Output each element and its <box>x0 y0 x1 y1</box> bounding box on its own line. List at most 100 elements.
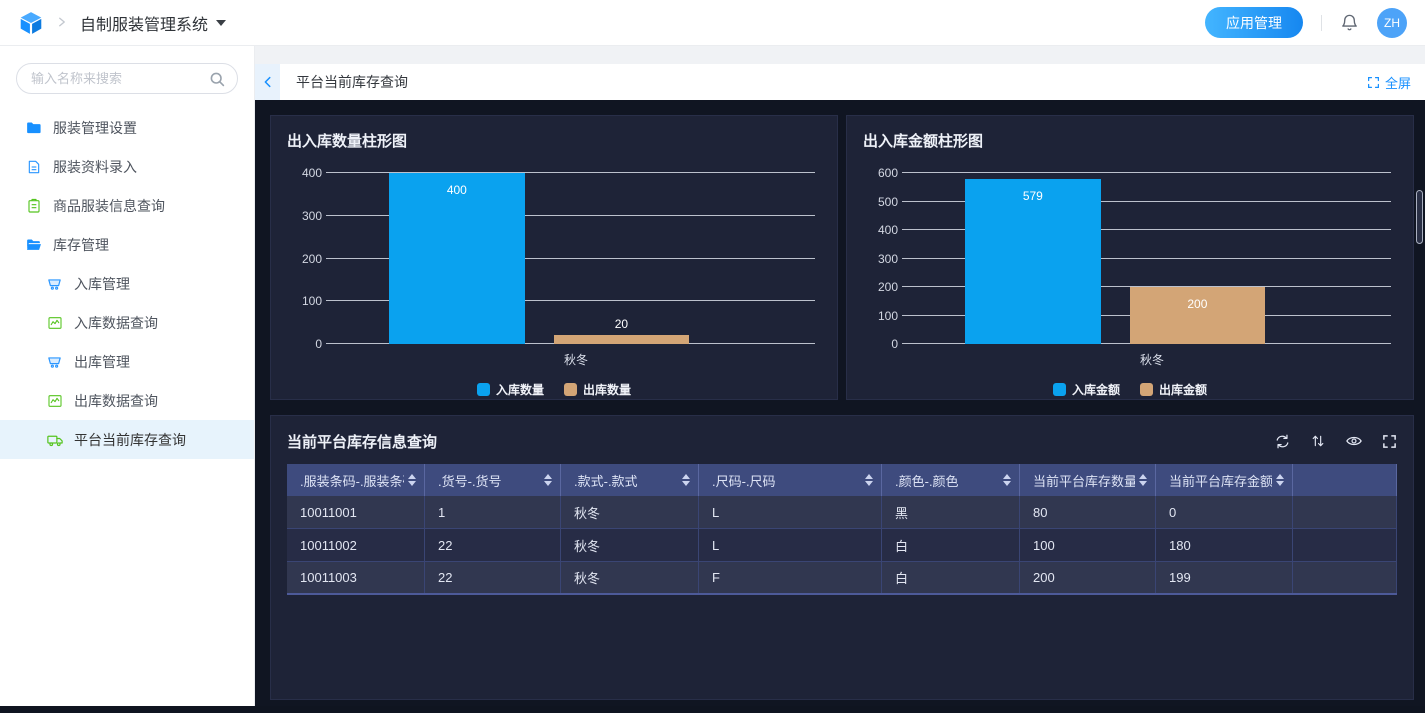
table-cell: 10011003 <box>287 562 425 593</box>
y-axis-tick <box>326 215 331 216</box>
sidebar-item-label: 出库数据查询 <box>74 391 158 411</box>
fullscreen-icon <box>1367 76 1380 89</box>
table-row[interactable]: 100110011秋冬L黑800 <box>287 496 1397 529</box>
sidebar-item-label: 出库管理 <box>74 352 130 372</box>
y-axis-tick <box>326 258 331 259</box>
column-label: .款式-.款式 <box>574 471 678 490</box>
column-label: .颜色-.颜色 <box>895 471 999 490</box>
table-header-cell[interactable]: .货号-.货号 <box>425 464 561 496</box>
table-header-cell[interactable]: .尺码-.尺码 <box>699 464 882 496</box>
sidebar-item-inventory-management[interactable]: 库存管理 <box>0 225 254 264</box>
column-sort-icon <box>1003 474 1011 486</box>
table-header-cell[interactable]: .款式-.款式 <box>561 464 699 496</box>
table-panel-title: 当前平台库存信息查询 <box>287 431 437 452</box>
y-axis-tick-label: 600 <box>878 166 898 180</box>
chart-legend: 入库金额 出库金额 <box>863 381 1397 398</box>
table-body: 100110011秋冬L黑8001001100222秋冬L白1001801001… <box>287 496 1397 595</box>
sidebar-item-outbound-data-query[interactable]: 出库数据查询 <box>0 381 254 420</box>
y-axis-tick <box>902 229 907 230</box>
y-axis-tick-label: 100 <box>302 294 322 308</box>
sidebar-item-platform-stock-query[interactable]: 平台当前库存查询 <box>0 420 254 459</box>
stock-table-panel: 当前平台库存信息查询 <box>270 415 1414 700</box>
sidebar-item-inbound-data-query[interactable]: 入库数据查询 <box>0 303 254 342</box>
bell-icon[interactable] <box>1340 13 1359 32</box>
document-icon <box>24 159 43 175</box>
refresh-icon[interactable] <box>1274 433 1291 450</box>
sidebar-item-clothing-entry[interactable]: 服装资料录入 <box>0 147 254 186</box>
table-header-cell[interactable]: 当前平台库存金额 <box>1156 464 1293 496</box>
y-axis-tick-label: 400 <box>878 223 898 237</box>
sidebar-item-label: 入库管理 <box>74 274 130 294</box>
table-cell: 10011002 <box>287 529 425 561</box>
y-axis-tick-label: 200 <box>878 280 898 294</box>
bar-入库金额[interactable] <box>965 179 1101 344</box>
legend-swatch <box>1053 383 1066 396</box>
sidebar-item-label: 商品服装信息查询 <box>53 196 165 216</box>
line-chart-icon <box>45 315 64 331</box>
table-cell: 秋冬 <box>561 562 699 593</box>
y-axis-tick-label: 200 <box>302 252 322 266</box>
chart-plot-area: 0100200300400500600579200 <box>907 173 1391 344</box>
table-header-cell[interactable]: .颜色-.颜色 <box>882 464 1020 496</box>
app-manage-button[interactable]: 应用管理 <box>1205 7 1303 38</box>
column-label: .尺码-.尺码 <box>712 471 861 490</box>
table-row[interactable]: 1001100322秋冬F白200199 <box>287 562 1397 595</box>
bottom-edge-strip <box>0 706 1425 713</box>
app-logo-cube-icon[interactable] <box>18 10 44 36</box>
bar-value-label: 579 <box>965 189 1101 203</box>
app-title-dropdown[interactable]: 自制服装管理系统 <box>80 11 226 35</box>
eye-icon[interactable] <box>1345 432 1363 450</box>
legend-item-出库金额[interactable]: 出库金额 <box>1140 381 1207 398</box>
table-row[interactable]: 1001100222秋冬L白100180 <box>287 529 1397 562</box>
legend-item-入库金额[interactable]: 入库金额 <box>1053 381 1120 398</box>
sidebar-item-outbound-management[interactable]: 出库管理 <box>0 342 254 381</box>
cart-icon <box>45 353 64 370</box>
fullscreen-icon[interactable] <box>1382 434 1397 449</box>
sidebar-item-label: 平台当前库存查询 <box>74 430 186 450</box>
sidebar-item-label: 入库数据查询 <box>74 313 158 333</box>
column-label: .货号-.货号 <box>438 471 540 490</box>
caret-down-icon <box>216 20 226 26</box>
table-cell: 100 <box>1020 529 1156 561</box>
user-avatar[interactable]: ZH <box>1377 8 1407 38</box>
bar-出库数量[interactable] <box>554 335 690 344</box>
column-label: .服装条码-.服装条码 <box>300 471 404 490</box>
search-icon[interactable] <box>209 71 225 87</box>
sidebar-item-clothing-settings[interactable]: 服装管理设置 <box>0 108 254 147</box>
column-sort-icon <box>1139 474 1147 486</box>
column-label: 当前平台库存数量 <box>1033 471 1135 490</box>
sort-icon[interactable] <box>1310 433 1326 449</box>
cart-icon <box>45 275 64 292</box>
folder-icon <box>24 119 43 136</box>
bar-value-label: 200 <box>1130 297 1266 311</box>
chart-title: 出入库数量柱形图 <box>287 130 821 151</box>
table-cell <box>1293 529 1397 561</box>
column-label: 当前平台库存金额 <box>1169 471 1272 490</box>
table-header-cell[interactable]: .服装条码-.服装条码 <box>287 464 425 496</box>
truck-icon <box>45 431 64 449</box>
legend-item-出库数量[interactable]: 出库数量 <box>564 381 631 398</box>
x-axis-label: 秋冬 <box>907 351 1397 368</box>
table-header-cell[interactable]: 当前平台库存数量 <box>1020 464 1156 496</box>
quantity-bar-chart-panel: 出入库数量柱形图 010020030040040020 秋冬 入库数量出库数量 <box>270 115 838 400</box>
fullscreen-toggle[interactable]: 全屏 <box>1367 73 1425 92</box>
chart-plot-area: 010020030040040020 <box>331 173 815 344</box>
bar-入库数量[interactable] <box>389 173 525 344</box>
chart-legend: 入库数量 出库数量 <box>287 381 821 398</box>
sidebar-item-product-info-query[interactable]: 商品服装信息查询 <box>0 186 254 225</box>
legend-swatch <box>1140 383 1153 396</box>
y-axis-tick <box>326 343 331 344</box>
folder-open-icon <box>24 236 43 253</box>
table-header-row: .服装条码-.服装条码 .货号-.货号 .款式-.款式 .尺码-.尺码 .颜色-.颜色 当… <box>287 464 1397 496</box>
bar-出库金额[interactable] <box>1130 287 1266 344</box>
sidebar: 服装管理设置 服装资料录入 商品服装信息查询 库存管理 <box>0 46 255 713</box>
back-button[interactable] <box>255 64 280 100</box>
column-sort-icon <box>1276 474 1284 486</box>
legend-item-入库数量[interactable]: 入库数量 <box>477 381 544 398</box>
legend-swatch <box>564 383 577 396</box>
search-input[interactable] <box>31 71 209 86</box>
sidebar-item-inbound-management[interactable]: 入库管理 <box>0 264 254 303</box>
vertical-scrollbar-thumb[interactable] <box>1416 190 1423 244</box>
table-cell: 白 <box>882 562 1020 593</box>
column-sort-icon <box>408 474 416 486</box>
